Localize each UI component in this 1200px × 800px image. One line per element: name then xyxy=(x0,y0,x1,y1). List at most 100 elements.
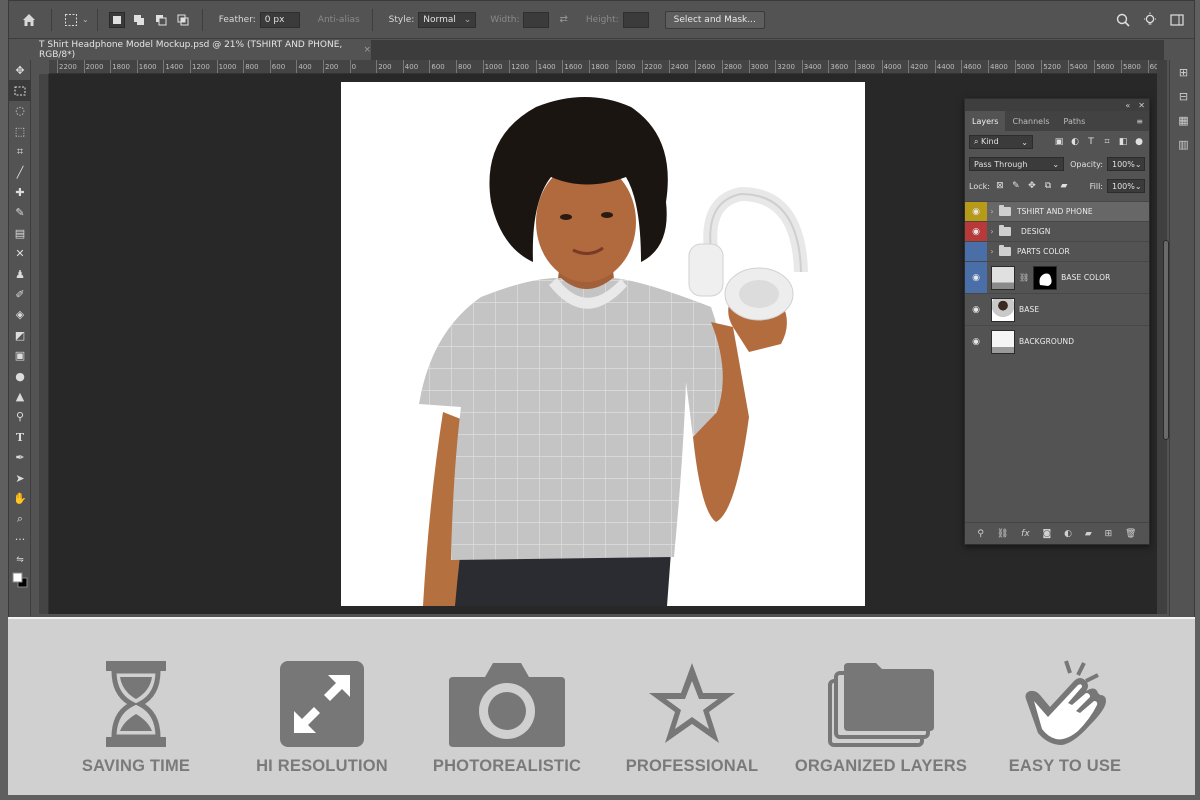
visibility-toggle[interactable]: ◉ xyxy=(965,294,987,325)
brush-tool[interactable]: ✎ xyxy=(9,203,31,223)
opacity-input[interactable]: 100% ⌄ xyxy=(1107,157,1145,171)
lock-all-icon[interactable]: ▰ xyxy=(1058,180,1070,192)
adjustment-layer-icon[interactable]: ◐ xyxy=(1064,529,1072,539)
pixel-filter-icon[interactable]: ▣ xyxy=(1053,136,1065,148)
eraser-tool[interactable]: ◩ xyxy=(9,325,31,345)
visibility-toggle[interactable]: ◉ xyxy=(965,242,987,261)
fx-icon[interactable]: fx xyxy=(1021,529,1030,539)
new-selection-button[interactable] xyxy=(108,11,125,28)
select-and-mask-button[interactable]: Select and Mask... xyxy=(664,10,765,29)
properties-panel-button[interactable]: ⊞ xyxy=(1170,60,1194,84)
healing-tool[interactable]: ✚ xyxy=(9,182,31,202)
close-tab-icon[interactable]: × xyxy=(363,45,371,55)
canvas-scrollbar[interactable] xyxy=(1157,60,1169,614)
swap-colors[interactable]: ⇋ xyxy=(9,549,31,569)
layer-mask-thumbnail[interactable] xyxy=(1033,265,1058,290)
swap-dimensions-icon[interactable]: ⇄ xyxy=(559,14,567,25)
chevron-down-icon[interactable]: ⌄ xyxy=(82,15,89,24)
stamp-tool[interactable]: ▤ xyxy=(9,223,31,243)
paint-bucket-tool[interactable]: ◈ xyxy=(9,305,31,325)
crop-tool[interactable]: ⌗ xyxy=(9,142,31,162)
layer-row[interactable]: ◉ BACKGROUND xyxy=(965,325,1149,357)
new-group-icon[interactable]: ▰ xyxy=(1085,529,1092,539)
lasso-tool[interactable]: ◌ xyxy=(9,101,31,121)
height-input[interactable] xyxy=(622,11,649,28)
horizontal-ruler[interactable]: 2200 2000 1800 1600 1400 1200 1000 800 600 400 200… xyxy=(49,60,1164,74)
dodge-tool[interactable]: ⚲ xyxy=(9,407,31,427)
add-mask-icon[interactable]: ◙ xyxy=(1043,529,1052,539)
chain-icon[interactable]: ⛓ xyxy=(997,529,1008,539)
ruler-tick-mark xyxy=(668,60,670,73)
lock-transparent-icon[interactable]: ⊠ xyxy=(994,180,1006,192)
workspace-icon[interactable] xyxy=(1170,13,1184,27)
clone-stamp-tool[interactable]: ♟ xyxy=(9,264,31,284)
blend-mode-select[interactable]: Pass Through ⌄ xyxy=(969,157,1065,171)
adjustment-filter-icon[interactable]: ◐ xyxy=(1069,136,1081,148)
lasso-icon: ◌ xyxy=(15,104,25,118)
lock-artboard-icon[interactable]: ⧉ xyxy=(1042,180,1054,192)
hand-tool[interactable]: ✋ xyxy=(9,488,31,508)
more-tools[interactable]: ··· xyxy=(9,529,31,549)
filter-toggle-icon[interactable]: ● xyxy=(1133,136,1145,148)
color-swatches[interactable] xyxy=(9,570,31,590)
tab-layers[interactable]: Layers xyxy=(965,111,1006,131)
history-panel-button[interactable]: ▥ xyxy=(1170,132,1194,156)
close-panel-icon[interactable]: ✕ xyxy=(1138,101,1145,110)
feather-input[interactable]: 0 px xyxy=(259,11,300,28)
intersect-selection-button[interactable] xyxy=(176,13,190,27)
history-brush-tool[interactable]: ✕ xyxy=(9,244,31,264)
layer-row[interactable]: ◉ BASE xyxy=(965,293,1149,325)
panel-menu-icon[interactable]: ≡ xyxy=(1136,111,1149,131)
eyedropper-tool[interactable]: ╱ xyxy=(9,162,31,182)
visibility-toggle[interactable]: ◉ xyxy=(965,326,987,357)
home-button[interactable] xyxy=(15,6,43,34)
width-input[interactable] xyxy=(523,11,550,28)
search-icon[interactable] xyxy=(1116,13,1130,27)
new-layer-icon[interactable]: ⊞ xyxy=(1105,529,1113,539)
document-canvas[interactable] xyxy=(341,82,865,606)
fill-input[interactable]: 100% ⌄ xyxy=(1107,179,1145,193)
trash-icon[interactable]: 🗑 xyxy=(1125,529,1136,539)
lightbulb-icon[interactable] xyxy=(1142,12,1158,28)
document-tab[interactable]: T Shirt Headphone Model Mockup.psd @ 21%… xyxy=(31,40,371,60)
add-selection-button[interactable] xyxy=(132,13,146,27)
chevron-right-icon[interactable]: › xyxy=(987,227,997,236)
pen-tool[interactable]: ✒ xyxy=(9,447,31,467)
visibility-toggle[interactable]: ◉ xyxy=(965,202,987,221)
layer-row[interactable]: ◉ › TSHIRT AND PHONE xyxy=(965,201,1149,221)
libraries-panel-button[interactable]: ▦ xyxy=(1170,108,1194,132)
zoom-tool[interactable]: ⌕ xyxy=(9,509,31,529)
object-selection-tool[interactable]: ⬚ xyxy=(9,121,31,141)
adjustments-panel-button[interactable]: ⊟ xyxy=(1170,84,1194,108)
layer-row[interactable]: ◉ ⛓ BASE COLOR xyxy=(965,261,1149,293)
layer-row[interactable]: ◉ › DESIGN xyxy=(965,221,1149,241)
path-selection-tool[interactable]: ➤ xyxy=(9,468,31,488)
vertical-ruler[interactable] xyxy=(39,74,49,614)
sharpen-tool[interactable]: ▲ xyxy=(9,386,31,406)
blur-tool[interactable]: ● xyxy=(9,366,31,386)
layer-row[interactable]: ◉ › PARTS COLOR xyxy=(965,241,1149,261)
collapse-panel-icon[interactable]: « xyxy=(1125,101,1130,110)
gradient-tool[interactable]: ▣ xyxy=(9,345,31,365)
marquee-tool-preset[interactable] xyxy=(64,13,78,27)
kind-filter-select[interactable]: ⌕ Kind ⌄ xyxy=(969,135,1033,149)
type-filter-icon[interactable]: T xyxy=(1085,136,1097,148)
chevron-right-icon[interactable]: › xyxy=(987,247,997,256)
type-tool[interactable]: T xyxy=(9,427,31,447)
style-select[interactable]: Normal ⌄ xyxy=(418,11,477,28)
visibility-toggle[interactable]: ◉ xyxy=(965,222,987,241)
marquee-tool[interactable] xyxy=(9,80,31,101)
antialias-checkbox[interactable]: Anti-alias xyxy=(318,15,360,25)
shape-filter-icon[interactable]: ⌗ xyxy=(1101,136,1113,148)
chevron-right-icon[interactable]: › xyxy=(987,207,997,216)
lock-image-icon[interactable]: ✎ xyxy=(1010,180,1022,192)
mixer-brush-tool[interactable]: ✐ xyxy=(9,284,31,304)
subtract-selection-button[interactable] xyxy=(154,13,168,27)
move-tool[interactable]: ✥ xyxy=(9,60,31,80)
link-layers-icon[interactable]: ⚲ xyxy=(977,529,984,539)
tab-channels[interactable]: Channels xyxy=(1005,111,1056,131)
lock-position-icon[interactable]: ✥ xyxy=(1026,180,1038,192)
visibility-toggle[interactable]: ◉ xyxy=(965,262,987,293)
smart-object-filter-icon[interactable]: ◧ xyxy=(1117,136,1129,148)
tab-paths[interactable]: Paths xyxy=(1057,111,1093,131)
